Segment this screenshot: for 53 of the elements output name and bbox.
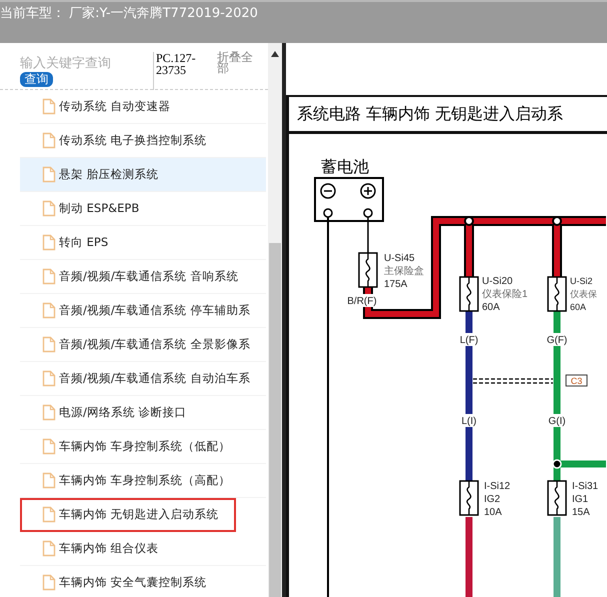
file-icon — [42, 574, 56, 591]
battery-label: 蓄电池 — [321, 159, 369, 176]
fuse-label: U-Si20 仪表保险1 60A — [482, 276, 528, 313]
tree-item[interactable]: 音频/视频/车载通信系统 音响系统 — [20, 260, 266, 294]
tree-item[interactable]: 音频/视频/车载通信系统 自动泊车系 — [20, 362, 266, 396]
tree-item[interactable]: 转向 EPS — [20, 226, 266, 260]
code-label: PC.127-23735 — [153, 52, 200, 90]
tree-item[interactable]: 车辆内饰 安全气囊控制系统 — [20, 566, 266, 597]
fuse-symbol — [547, 480, 567, 516]
fuse-symbol — [358, 252, 378, 288]
fuse-symbol — [459, 276, 479, 312]
file-icon — [42, 302, 56, 319]
junction-dot — [552, 459, 562, 469]
file-icon — [42, 98, 56, 115]
file-icon — [42, 438, 56, 455]
fuse-label: U-Si2 仪表保 60A — [570, 276, 597, 312]
fuse-symbol — [459, 480, 479, 516]
junction-dot — [552, 216, 562, 226]
file-icon — [42, 336, 56, 353]
file-icon — [42, 540, 56, 557]
file-icon — [42, 132, 56, 149]
fuse-label: U-Si45 主保险盒 175A — [384, 253, 424, 290]
fuse-label: I-Si12 IG2 10A — [484, 481, 510, 518]
file-icon — [42, 404, 56, 421]
tree-item[interactable]: 车辆内饰 车身控制系统（高配） — [20, 464, 266, 498]
tree-item[interactable]: 车辆内饰 车身控制系统（低配） — [20, 430, 266, 464]
tree-item[interactable]: 音频/视频/车载通信系统 停车辅助系 — [20, 294, 266, 328]
file-icon — [42, 268, 56, 285]
junction-dot — [464, 216, 474, 226]
tree-item[interactable]: 车辆内饰 组合仪表 — [20, 532, 266, 566]
scroll-up-icon[interactable] — [271, 51, 279, 57]
tree-item[interactable]: 车辆内饰 无钥匙进入启动系统 — [20, 498, 236, 532]
vehicle-title: 当前车型： 厂家:Y-一汽奔腾T772019-2020 — [0, 5, 258, 22]
tree-item[interactable]: 制动 ESP&EPB — [20, 192, 266, 226]
connector-tag: C3 — [566, 374, 588, 386]
file-icon — [42, 200, 56, 217]
tree-item[interactable]: 音频/视频/车载通信系统 全景影像系 — [20, 328, 266, 362]
tree-item[interactable]: 传动系统 自动变速器 — [20, 90, 266, 124]
search-button[interactable]: 查询 — [20, 72, 53, 87]
tree-item[interactable]: 电源/网络系统 诊断接口 — [20, 396, 266, 430]
battery-drawing — [314, 177, 384, 222]
fuse-label: I-Si31 IG1 15A — [572, 481, 598, 518]
fuse-symbol — [547, 276, 567, 312]
file-icon — [42, 234, 56, 251]
file-icon — [42, 166, 56, 183]
scrollbar[interactable] — [268, 43, 282, 597]
file-icon — [42, 370, 56, 387]
file-icon — [42, 472, 56, 489]
collapse-all-link[interactable]: 折叠全部 — [217, 52, 257, 74]
diagram-title: 系统电路 车辆内饰 无钥匙进入启动系 — [289, 97, 607, 134]
file-icon — [42, 506, 56, 523]
battery-wire — [367, 217, 369, 253]
tree-item[interactable]: 悬架 胎压检测系统 — [20, 158, 266, 192]
